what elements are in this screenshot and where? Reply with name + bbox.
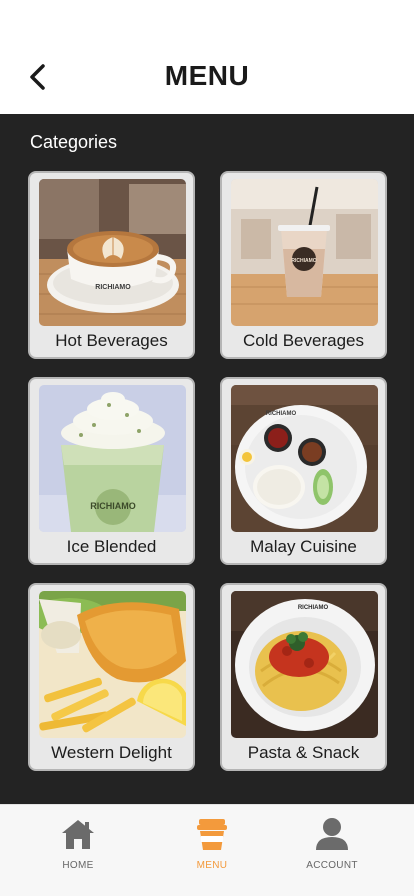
category-card-cold-beverages[interactable]: RICHIAMO Cold Beverages xyxy=(220,171,387,359)
nav-menu-label: MENU xyxy=(196,860,228,871)
bottom-navigation: HOME MENU ACCOUNT xyxy=(0,804,414,896)
category-card-western-delight[interactable]: Western Delight xyxy=(28,583,195,771)
western-delight-image xyxy=(39,591,186,738)
category-label: Malay Cuisine xyxy=(250,537,357,556)
nav-menu[interactable]: MENU xyxy=(143,805,281,896)
brand-logo-text: RICHIAMO xyxy=(266,411,297,417)
category-card-hot-beverages[interactable]: RICHIAMO Hot Beverages xyxy=(28,171,195,359)
category-label: Ice Blended xyxy=(66,537,157,556)
coffee-cup-icon xyxy=(197,819,227,850)
nav-account-label: ACCOUNT xyxy=(306,860,358,871)
category-card-ice-blended[interactable]: RICHIAMO Ice Blended xyxy=(28,377,195,565)
cold-beverages-image: RICHIAMO xyxy=(231,179,378,326)
brand-logo-text: RICHIAMO xyxy=(90,501,136,511)
pasta-snack-image: RICHIAMO xyxy=(231,591,378,738)
categories-panel: Categories RICHIAMO Hot Beverages RICHIA… xyxy=(0,114,414,804)
user-icon xyxy=(316,818,348,850)
brand-logo-text: RICHIAMO xyxy=(298,605,329,611)
hot-beverages-image: RICHIAMO xyxy=(39,179,186,326)
home-icon xyxy=(62,820,94,849)
page-title: MENU xyxy=(164,60,250,91)
category-card-malay-cuisine[interactable]: RICHIAMO Malay Cuisine xyxy=(220,377,387,565)
ice-blended-image: RICHIAMO xyxy=(39,385,186,532)
section-heading: Categories xyxy=(30,132,118,152)
nav-home[interactable]: HOME xyxy=(9,805,147,896)
brand-logo-text: RICHIAMO xyxy=(95,284,131,291)
brand-logo-text: RICHIAMO xyxy=(291,258,316,264)
category-label: Western Delight xyxy=(51,743,172,762)
nav-account[interactable]: ACCOUNT xyxy=(263,805,401,896)
category-label: Cold Beverages xyxy=(243,331,364,350)
app-header: MENU xyxy=(0,0,414,114)
category-card-pasta-snack[interactable]: RICHIAMO Pasta & Snack xyxy=(220,583,387,771)
nav-home-label: HOME xyxy=(62,860,94,871)
malay-cuisine-image: RICHIAMO xyxy=(231,385,378,532)
category-label: Pasta & Snack xyxy=(247,743,360,762)
category-label: Hot Beverages xyxy=(55,331,168,350)
